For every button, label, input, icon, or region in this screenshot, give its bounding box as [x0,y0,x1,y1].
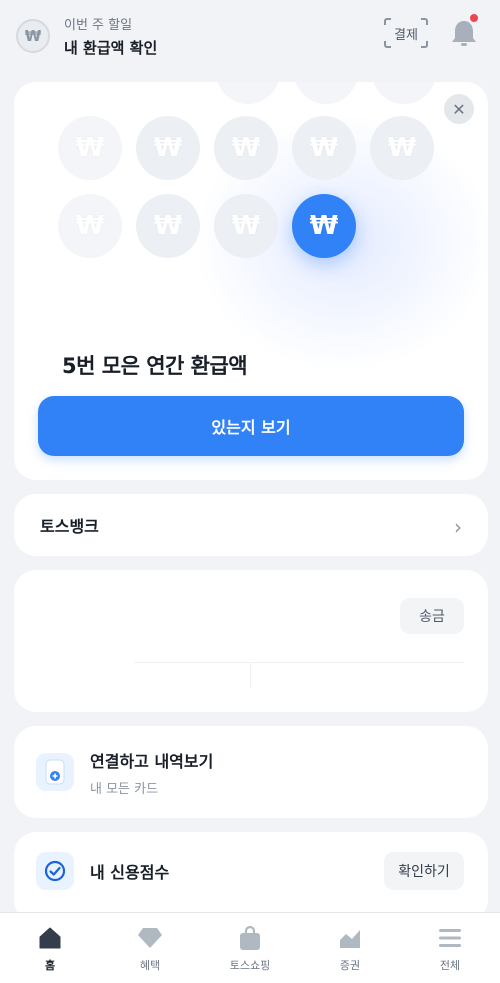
nav-home[interactable]: 홈 [0,913,100,983]
nav-stocks-label: 증권 [339,959,361,972]
active-coin-icon: ₩ [292,194,356,258]
credit-score-title: 내 신용점수 [90,863,170,882]
nav-home-label: 홈 [44,959,56,972]
coin-icon: ₩ [372,82,436,104]
coin-icon: ₩ [370,116,434,180]
close-icon: ✕ [452,99,466,119]
credit-score-row[interactable]: 내 신용점수 확인하기 [14,832,488,922]
check-refund-label: 있는지 보기 [211,418,291,437]
coin-icon: ₩ [136,116,200,180]
check-credit-label: 확인하기 [398,864,450,880]
credit-check-icon [36,852,74,890]
coin-icon: ₩ [136,194,200,258]
weekly-task-subtitle: 이번 주 할일 [64,18,133,33]
nav-benefits[interactable]: 혜택 [100,913,200,983]
send-money-label: 송금 [419,609,445,625]
pay-label: 결제 [394,27,418,43]
nav-stocks[interactable]: 증권 [300,913,400,983]
divider [250,662,251,688]
shopping-bag-icon [237,925,263,951]
check-credit-button[interactable]: 확인하기 [384,852,464,890]
refund-promo-card[interactable]: ₩ ₩ ₩ ₩ ₩ ₩ ₩ ₩ ₩ ₩ ₩ ₩ ✕ 5번 모은 연간 환급액 있… [14,82,488,480]
nav-all-label: 전체 [439,959,461,972]
connect-cards-row[interactable]: 연결하고 내역보기 내 모든 카드 [14,726,488,818]
nav-all[interactable]: 전체 [400,913,500,983]
weekly-task-title: 내 환급액 확인 [64,39,158,57]
card-add-icon [36,753,74,791]
toss-bank-row[interactable]: 토스뱅크 › [14,494,488,556]
home-icon [37,925,63,951]
menu-icon [437,925,463,951]
hero-headline: 5번 모은 연간 환급액 [62,354,248,378]
pay-button[interactable]: 결제 [384,18,428,48]
send-money-button[interactable]: 송금 [400,598,464,634]
chart-icon [337,925,363,951]
weekly-task[interactable]: 이번 주 할일 내 환급액 확인 [64,14,157,58]
toss-bank-label: 토스뱅크 [40,517,99,536]
top-bar: ₩ 이번 주 할일 내 환급액 확인 결제 [0,0,500,72]
connect-cards-subtitle: 내 모든 카드 [90,781,159,797]
divider [134,662,464,663]
coin-icon: ₩ [214,194,278,258]
nav-benefits-label: 혜택 [139,959,161,972]
check-refund-button[interactable]: 있는지 보기 [38,396,464,456]
coin-icon: ₩ [58,194,122,258]
notification-bell-icon[interactable] [450,14,478,48]
coin-icon: ₩ [216,82,280,104]
coin-icon: ₩ [58,116,122,180]
coin-icon: ₩ [294,82,358,104]
bottom-nav: 홈 혜택 토스쇼핑 증권 전체 [0,912,500,983]
coin-icon: ₩ [214,116,278,180]
account-card[interactable]: 송금 [14,570,488,712]
close-button[interactable]: ✕ [444,94,474,124]
won-logo-icon[interactable]: ₩ [16,19,50,53]
nav-shopping[interactable]: 토스쇼핑 [200,913,300,983]
nav-shopping-label: 토스쇼핑 [229,959,271,972]
chevron-right-icon: › [454,515,462,539]
coin-icon: ₩ [292,116,356,180]
diamond-icon [137,925,163,951]
connect-cards-title: 연결하고 내역보기 [90,751,214,771]
notification-dot [470,14,478,22]
